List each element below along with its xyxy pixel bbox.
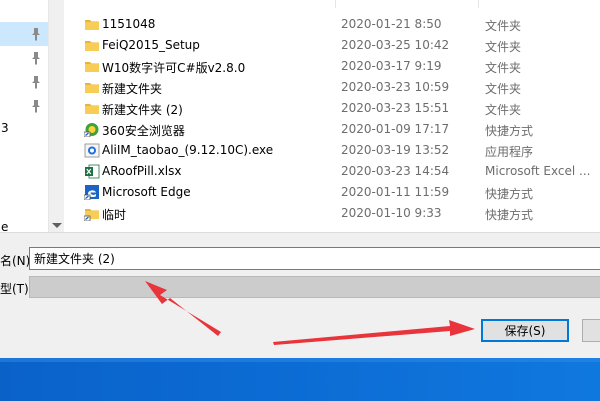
file-row[interactable]: W10数字许可C#版v2.8.0 2020-03-17 9:19 文件夹 (64, 56, 600, 77)
file-date-modified: 2020-01-11 11:59 (341, 185, 450, 199)
file-type: 应用程序 (485, 145, 534, 159)
file-row[interactable]: FeiQ2015_Setup 2020-03-25 10:42 文件夹 (64, 35, 600, 56)
taskbar-highlight (0, 358, 600, 362)
savetype-label: 型(T): (0, 282, 33, 296)
nav-pane-scrollbar[interactable] (48, 0, 64, 232)
file-type: 文件夹 (485, 103, 522, 117)
file-type: 文件夹 (485, 19, 522, 33)
folder-icon (84, 101, 100, 116)
nav-item-quick-access[interactable] (0, 94, 48, 118)
folder-icon (84, 59, 100, 74)
file-date-modified: 2020-03-19 13:52 (341, 143, 450, 157)
pin-icon (32, 52, 40, 65)
pin-icon (32, 76, 40, 89)
savetype-select[interactable] (29, 276, 600, 298)
file-type: 快捷方式 (485, 124, 534, 138)
file-type: 文件夹 (485, 61, 522, 75)
file-name: W10数字许可C#版v2.8.0 (102, 61, 246, 75)
navigation-pane: 3 e (0, 0, 48, 234)
file-date-modified: 2020-03-23 14:54 (341, 164, 450, 178)
filename-input[interactable] (29, 247, 600, 270)
file-type: 文件夹 (485, 82, 522, 96)
file-row[interactable]: 新建文件夹 2020-03-23 10:59 文件夹 (64, 77, 600, 98)
file-date-modified: 2020-03-17 9:19 (341, 59, 442, 73)
nav-item-label-fragment: 3 (1, 121, 9, 135)
file-name: 360安全浏览器 (102, 124, 185, 138)
application-icon (84, 143, 100, 158)
file-name: 新建文件夹 (102, 82, 163, 96)
file-row[interactable]: ARoofPill.xlsx 2020-03-23 14:54 Microsoft … (64, 161, 600, 182)
browser-shortcut-icon (83, 122, 100, 138)
nav-item-quick-access[interactable] (0, 46, 48, 70)
file-name: 1151048 (102, 17, 156, 31)
save-options-panel: 名(N): 型(T): 保存(S) (0, 232, 600, 358)
file-row[interactable]: 360安全浏览器 2020-01-09 17:17 快捷方式 (64, 119, 600, 140)
file-name: AliIM_taobao_(9.12.10C).exe (102, 143, 274, 157)
folder-shortcut-icon (83, 206, 100, 222)
file-list: 1151048 2020-01-21 8:50 文件夹 FeiQ2015_Setup 2… (64, 0, 600, 232)
file-row[interactable]: 新建文件夹 (2) 2020-03-23 15:51 文件夹 (64, 98, 600, 119)
excel-file-icon (84, 164, 100, 179)
file-name: 临时 (102, 208, 127, 222)
file-name: ARoofPill.xlsx (102, 164, 182, 178)
save-as-dialog: 3 e 1151048 2020-01-21 8:50 文件夹 FeiQ2015_Se… (0, 0, 600, 358)
folder-icon (84, 80, 100, 95)
folder-icon (84, 17, 100, 32)
pin-icon (32, 100, 40, 113)
file-name: Microsoft Edge (102, 185, 191, 199)
file-type: 快捷方式 (485, 187, 534, 201)
file-name: FeiQ2015_Setup (102, 38, 200, 52)
nav-item-quick-access-selected[interactable] (0, 22, 48, 46)
file-type: 快捷方式 (485, 208, 534, 222)
taskbar (0, 358, 600, 401)
file-row[interactable]: 1151048 2020-01-21 8:50 文件夹 (64, 14, 600, 35)
folder-icon (84, 38, 100, 53)
file-row[interactable]: 临时 2020-01-10 9:33 快捷方式 (64, 203, 600, 224)
file-date-modified: 2020-03-23 10:59 (341, 80, 450, 94)
file-date-modified: 2020-03-25 10:42 (341, 38, 450, 52)
save-button[interactable]: 保存(S) (481, 319, 569, 342)
edge-shortcut-icon (83, 185, 100, 201)
pin-icon (32, 28, 40, 41)
file-name: 新建文件夹 (2) (102, 103, 183, 117)
file-type: Microsoft Excel ... (485, 164, 591, 178)
file-date-modified: 2020-03-23 15:51 (341, 101, 450, 115)
file-date-modified: 2020-01-21 8:50 (341, 17, 442, 31)
file-date-modified: 2020-01-10 9:33 (341, 206, 442, 220)
cancel-button[interactable] (582, 319, 600, 342)
column-divider[interactable] (478, 0, 479, 8)
file-date-modified: 2020-01-09 17:17 (341, 122, 450, 136)
file-type: 文件夹 (485, 40, 522, 54)
column-divider[interactable] (335, 0, 336, 8)
file-row[interactable]: Microsoft Edge 2020-01-11 11:59 快捷方式 (64, 182, 600, 203)
scroll-down-arrow-icon[interactable] (52, 223, 62, 228)
file-row[interactable]: AliIM_taobao_(9.12.10C).exe 2020-03-19 13… (64, 140, 600, 161)
nav-item-quick-access[interactable] (0, 70, 48, 94)
